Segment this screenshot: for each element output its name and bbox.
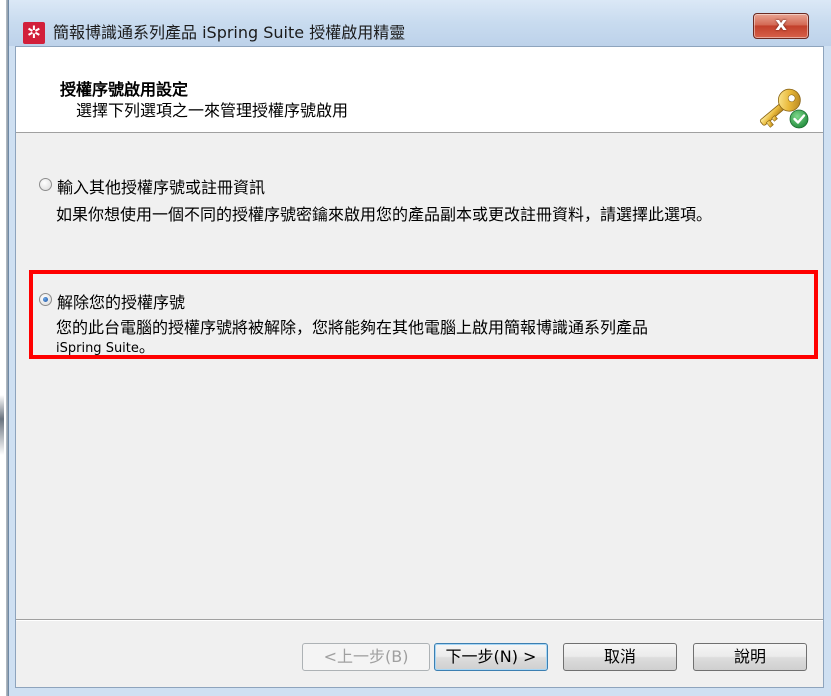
wizard-body: 授權序號啟用設定 選擇下列選項之一來管理授權序號啟用 輸入其他授權序號或註冊資訊… <box>15 46 824 688</box>
option-description: 如果你想使用一個不同的授權序號密鑰來啟用您的產品副本或更改註冊資料，請選擇此選項… <box>56 205 713 224</box>
wizard-window: ✲ 簡報博識通系列產品 iSpring Suite 授權啟用精靈 x 授權序號啟… <box>8 0 831 696</box>
back-button[interactable]: <上一步(B) <box>302 643 430 671</box>
window-title: 簡報博識通系列產品 iSpring Suite 授權啟用精靈 <box>53 23 406 42</box>
wizard-header: 授權序號啟用設定 選擇下列選項之一來管理授權序號啟用 <box>16 47 823 133</box>
close-button[interactable]: x <box>753 13 809 39</box>
page-subtitle: 選擇下列選項之一來管理授權序號啟用 <box>76 101 349 120</box>
radio-enter-other-serial[interactable] <box>39 178 52 191</box>
desktop-edge <box>0 0 8 696</box>
option-label: 輸入其他授權序號或註冊資訊 <box>57 178 266 197</box>
ispring-app-icon: ✲ <box>23 22 45 44</box>
next-button[interactable]: 下一步(N) > <box>434 643 548 671</box>
cancel-button[interactable]: 取消 <box>563 643 677 671</box>
close-icon: x <box>775 14 787 35</box>
key-check-icon <box>759 88 809 129</box>
help-button[interactable]: 說明 <box>693 643 807 671</box>
desktop-edge-notch <box>0 395 4 455</box>
highlight-box <box>29 270 818 359</box>
footer-separator <box>16 619 823 621</box>
title-bar[interactable]: ✲ 簡報博識通系列產品 iSpring Suite 授權啟用精靈 x <box>9 0 831 46</box>
